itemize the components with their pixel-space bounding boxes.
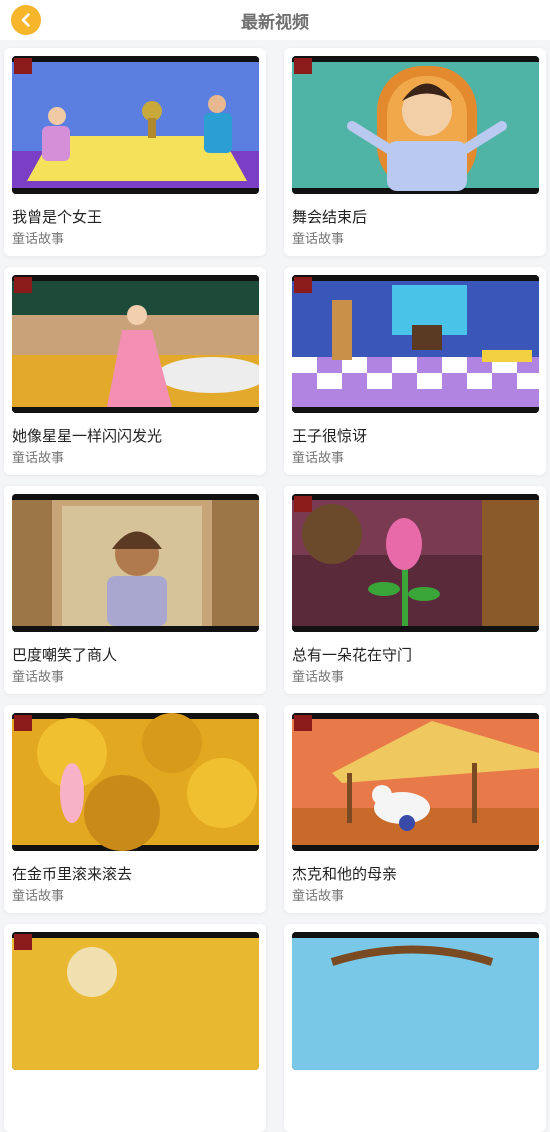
video-card[interactable] — [284, 924, 546, 1132]
video-thumbnail — [12, 56, 259, 194]
video-thumbnail — [292, 713, 539, 851]
video-card[interactable]: 她像星星一样闪闪发光 童话故事 — [4, 267, 266, 475]
video-card[interactable]: 王子很惊讶 童话故事 — [284, 267, 546, 475]
video-card[interactable]: 我曾是个女王 童话故事 — [4, 48, 266, 256]
video-title: 在金币里滚来滚去 — [12, 865, 133, 883]
video-thumbnail — [12, 494, 259, 632]
video-category: 童话故事 — [292, 670, 345, 685]
video-thumbnail — [292, 56, 539, 194]
video-category: 童话故事 — [12, 670, 65, 685]
video-category: 童话故事 — [12, 889, 65, 904]
video-thumbnail — [292, 494, 539, 632]
video-title: 舞会结束后 — [292, 208, 368, 226]
video-card[interactable]: 总有一朵花在守门 童话故事 — [284, 486, 546, 694]
video-thumbnail — [12, 932, 259, 1070]
page-title: 最新视频 — [241, 13, 309, 33]
video-card[interactable]: 在金币里滚来滚去 童话故事 — [4, 705, 266, 913]
video-card[interactable]: 舞会结束后 童话故事 — [284, 48, 546, 256]
video-title: 总有一朵花在守门 — [292, 646, 413, 664]
video-card[interactable] — [4, 924, 266, 1132]
video-category: 童话故事 — [12, 232, 65, 247]
video-grid: 我曾是个女王 童话故事 舞会结束后 童话故事 她像星星一样闪闪发光 童话故事 王… — [0, 40, 550, 1132]
video-category: 童话故事 — [292, 451, 345, 466]
video-title: 王子很惊讶 — [292, 427, 368, 445]
video-thumbnail — [292, 275, 539, 413]
video-category: 童话故事 — [292, 889, 345, 904]
video-title: 杰克和他的母亲 — [292, 865, 398, 883]
video-thumbnail — [12, 713, 259, 851]
video-title: 她像星星一样闪闪发光 — [12, 427, 163, 445]
video-title: 我曾是个女王 — [12, 208, 103, 226]
top-bar: 最新视频 — [0, 0, 550, 40]
video-thumbnail — [12, 275, 259, 413]
video-thumbnail — [292, 932, 539, 1070]
video-card[interactable]: 巴度嘲笑了商人 童话故事 — [4, 486, 266, 694]
video-card[interactable]: 杰克和他的母亲 童话故事 — [284, 705, 546, 913]
video-category: 童话故事 — [12, 451, 65, 466]
video-category: 童话故事 — [292, 232, 345, 247]
video-title: 巴度嘲笑了商人 — [12, 646, 118, 664]
